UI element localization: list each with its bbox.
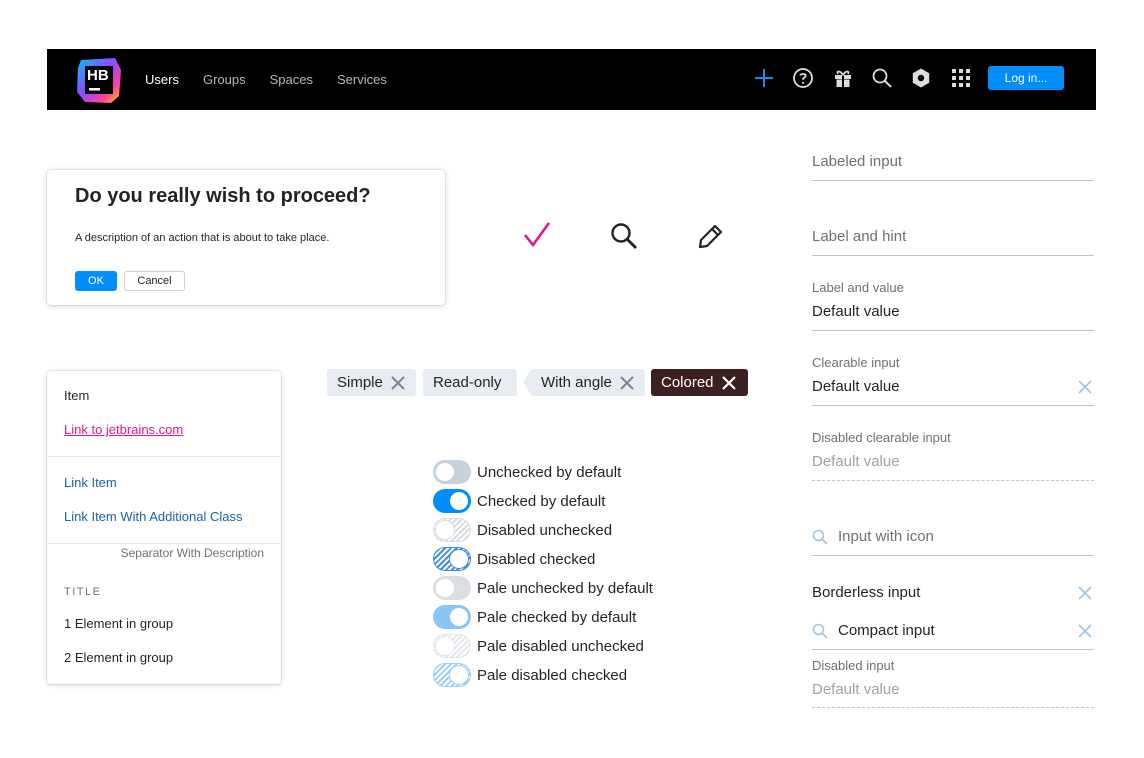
clear-icon[interactable]: [1078, 380, 1092, 394]
settings-icon[interactable]: [909, 66, 933, 90]
dialog-description: A description of an action that is about…: [75, 232, 330, 244]
main-nav: Users Groups Spaces Services: [145, 49, 411, 110]
input-placeholder: Label and hint: [812, 228, 907, 245]
input-value: Default value: [812, 303, 900, 320]
hub-logo[interactable]: HB: [75, 56, 123, 104]
tag-label: With angle: [541, 374, 612, 391]
input-placeholder: Labeled input: [812, 153, 903, 170]
toggle-label: Pale disabled unchecked: [477, 637, 644, 655]
app-header: HB Users Groups Spaces Services Log in..…: [47, 49, 1096, 110]
label-hint-input[interactable]: Label and hint: [812, 225, 1094, 257]
logo-text: HB: [87, 67, 109, 84]
input-value: Borderless input: [812, 584, 921, 601]
input-value: Default value: [812, 378, 900, 395]
menu-group-item[interactable]: 1 Element in group: [64, 616, 173, 631]
toggle-label: Pale disabled checked: [477, 666, 628, 684]
toggle-label: Pale unchecked by default: [477, 579, 653, 597]
nav-spaces[interactable]: Spaces: [270, 72, 313, 87]
toggle-pale-checked[interactable]: Pale checked by default: [433, 605, 636, 629]
labeled-input[interactable]: Labeled input: [812, 150, 1094, 182]
toggle-switch: [433, 634, 471, 658]
toggle-label: Disabled checked: [477, 550, 596, 568]
toggle-label: Unchecked by default: [477, 463, 622, 481]
disabled-input: Disabled input Default value: [812, 657, 1094, 711]
nav-services[interactable]: Services: [337, 72, 387, 87]
toggle-switch[interactable]: [433, 489, 471, 513]
toggle-switch[interactable]: [433, 576, 471, 600]
toggle-switch: [433, 663, 471, 687]
search-icon[interactable]: [870, 66, 894, 90]
clear-icon[interactable]: [1078, 586, 1092, 600]
clearable-input[interactable]: Clearable input Default value: [812, 354, 1094, 408]
nav-users[interactable]: Users: [145, 72, 179, 87]
input-label: Label and value: [812, 280, 904, 295]
toggle-pale-disabled-checked: Pale disabled checked: [433, 663, 627, 687]
input-value: Default value: [812, 453, 900, 470]
menu-separator: [47, 543, 281, 544]
disabled-clearable-input: Disabled clearable input Default value: [812, 429, 1094, 483]
tag-simple[interactable]: Simple: [327, 369, 416, 396]
tag-colored[interactable]: Colored: [651, 369, 748, 396]
icon-input[interactable]: Input with icon: [812, 526, 1094, 558]
help-icon[interactable]: [791, 66, 815, 90]
toggle-switch: [433, 518, 471, 542]
toggle-pale-unchecked[interactable]: Pale unchecked by default: [433, 576, 653, 600]
toggle-pale-disabled-unchecked: Pale disabled unchecked: [433, 634, 644, 658]
toggle-switch[interactable]: [433, 460, 471, 484]
search-icon: [812, 623, 828, 639]
close-icon[interactable]: [391, 375, 405, 390]
pencil-icon: [698, 224, 723, 249]
cancel-button[interactable]: Cancel: [124, 271, 185, 291]
separator-description: Separator With Description: [120, 546, 264, 560]
toggle-disabled-checked: Disabled checked: [433, 547, 595, 571]
input-label: Disabled input: [812, 658, 895, 673]
input-label: Clearable input: [812, 355, 900, 370]
close-icon[interactable]: [620, 375, 634, 390]
input-label: Disabled clearable input: [812, 430, 951, 445]
tag-label: Colored: [661, 374, 714, 391]
dialog-title: Do you really wish to proceed?: [75, 185, 371, 207]
tag-readonly: Read-only: [423, 369, 517, 396]
toggle-disabled-unchecked: Disabled unchecked: [433, 518, 612, 542]
ok-button[interactable]: OK: [75, 271, 117, 291]
compact-input[interactable]: Compact input: [812, 619, 1094, 651]
menu-link-item-class[interactable]: Link Item With Additional Class: [64, 509, 242, 524]
confirm-dialog: Do you really wish to proceed? A descrip…: [47, 170, 445, 305]
toggle-label: Disabled unchecked: [477, 521, 613, 539]
gift-icon[interactable]: [831, 66, 855, 90]
search-icon: [812, 529, 828, 545]
close-icon[interactable]: [721, 375, 736, 390]
toggle-label: Pale checked by default: [477, 608, 637, 626]
login-button[interactable]: Log in...: [988, 66, 1064, 90]
clear-icon[interactable]: [1078, 624, 1092, 638]
menu-item[interactable]: Item: [64, 388, 89, 403]
search-icon: [611, 223, 637, 249]
checkmark-icon: [523, 222, 551, 248]
menu-separator: [47, 456, 281, 457]
borderless-input[interactable]: Borderless input: [812, 582, 1094, 606]
dropdown-menu: Item Link to jetbrains.com Link Item Lin…: [47, 371, 281, 684]
menu-link-jetbrains[interactable]: Link to jetbrains.com: [64, 422, 183, 437]
tag-with-angle[interactable]: With angle: [523, 369, 645, 396]
toggle-switch[interactable]: [433, 605, 471, 629]
tag-label: Read-only: [433, 374, 502, 391]
apps-grid-icon[interactable]: [949, 66, 973, 90]
nav-groups[interactable]: Groups: [203, 72, 246, 87]
toggle-label: Checked by default: [477, 492, 606, 510]
tag-label: Simple: [337, 374, 383, 391]
input-placeholder: Input with icon: [838, 528, 934, 545]
add-icon[interactable]: [752, 66, 776, 90]
toggle-switch: [433, 547, 471, 571]
toggle-unchecked[interactable]: Unchecked by default: [433, 460, 621, 484]
label-value-input[interactable]: Label and value Default value: [812, 279, 1094, 333]
menu-group-title: TITLE: [64, 586, 102, 598]
toggle-checked[interactable]: Checked by default: [433, 489, 605, 513]
input-value: Default value: [812, 681, 900, 698]
input-value: Compact input: [838, 622, 935, 639]
menu-link-item[interactable]: Link Item: [64, 475, 117, 490]
menu-group-item[interactable]: 2 Element in group: [64, 650, 173, 665]
